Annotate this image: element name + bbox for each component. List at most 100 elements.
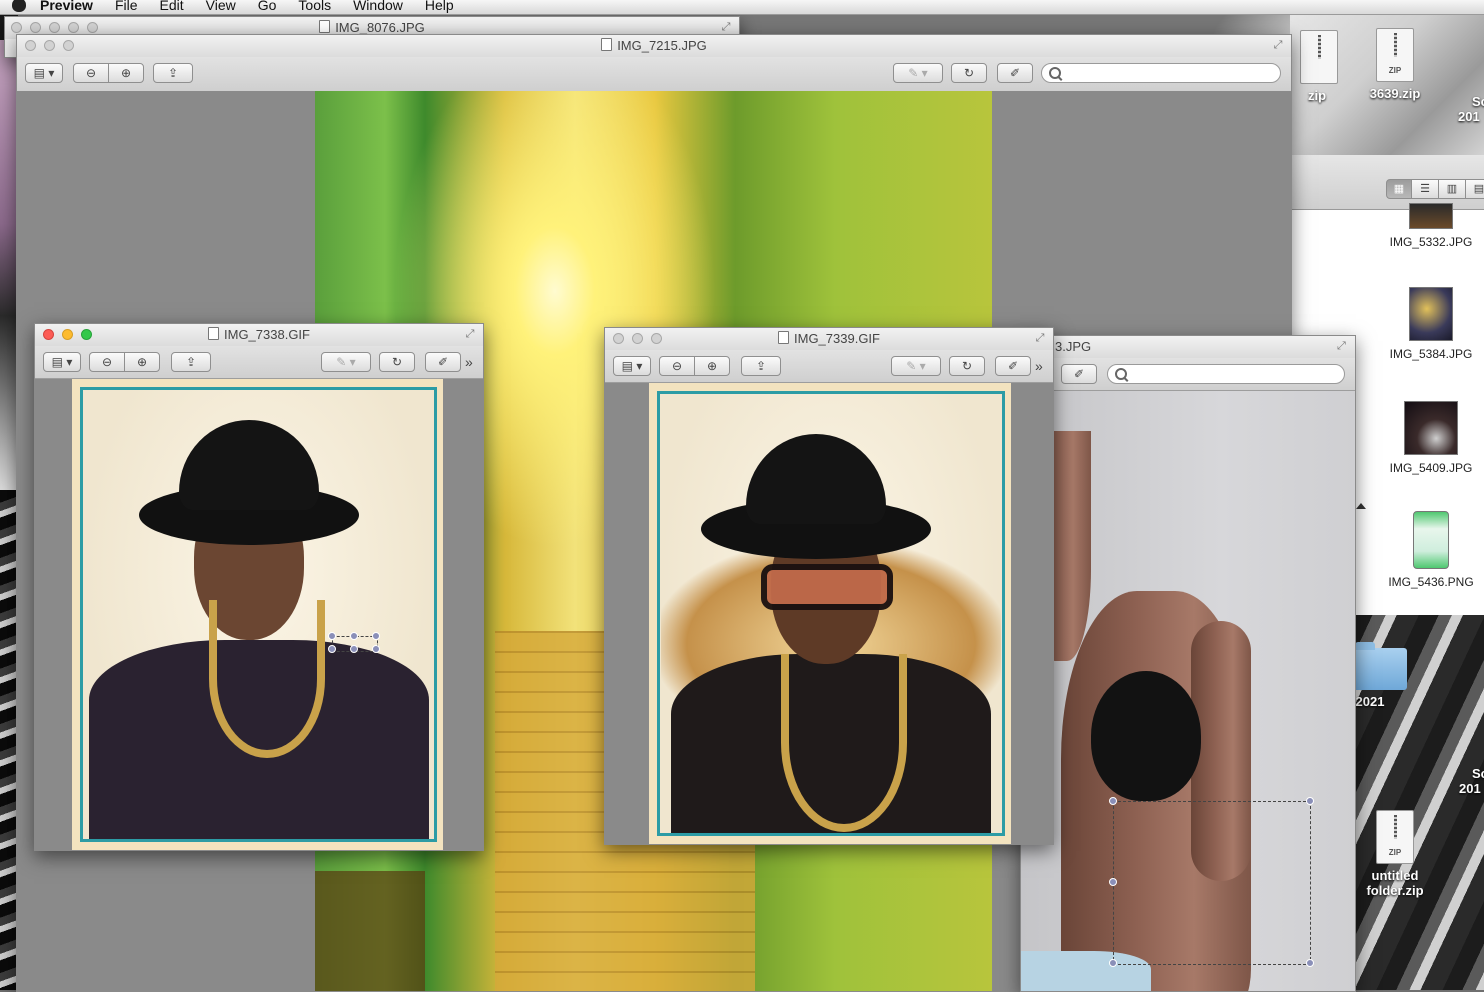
document-icon (778, 331, 789, 344)
close-button[interactable] (11, 22, 22, 33)
desktop-sc-partial-bottom[interactable]: Sc 201 (1455, 766, 1484, 796)
edit-icon[interactable]: ✐ (1061, 364, 1097, 384)
selection-handle[interactable] (1109, 959, 1117, 967)
window-titlebar[interactable]: IMG_7215.JPG ⤢ (17, 35, 1291, 57)
window-title: IMG_7339.GIF (794, 331, 880, 346)
fullscreen-icon[interactable]: ⤢ (721, 22, 731, 33)
zip-file-icon: ZIP (1376, 810, 1414, 864)
image-thumbnail (1413, 511, 1449, 569)
menu-help[interactable]: Help (425, 0, 454, 13)
apple-menu-icon[interactable] (12, 0, 26, 12)
selection-handle[interactable] (1109, 878, 1117, 886)
icon-view-button[interactable]: ▦ (1386, 179, 1412, 199)
menu-go[interactable]: Go (258, 0, 277, 13)
selection-handle[interactable] (1306, 959, 1314, 967)
zoom-in-icon[interactable]: ⊕ (694, 356, 730, 376)
menu-view[interactable]: View (206, 0, 236, 13)
zoom-in-icon[interactable]: ⊕ (108, 63, 144, 83)
search-input[interactable] (1107, 364, 1345, 384)
toolbar-overflow-icon[interactable]: » (1035, 358, 1043, 374)
pen-icon[interactable]: ✎ ▾ (891, 356, 941, 376)
desktop-sc-partial-top[interactable]: Sc 201 (1450, 94, 1484, 124)
zoom-button[interactable] (63, 40, 74, 51)
window-toolbar: ▤ ▾ ⊖ ⊕ ⇪ ✎ ▾ ↻ ✐ » (605, 350, 1053, 383)
extra-light-button[interactable] (87, 22, 98, 33)
selection-handle[interactable] (350, 645, 358, 653)
zoom-button[interactable] (81, 329, 92, 340)
close-button[interactable] (613, 333, 624, 344)
window-titlebar[interactable]: IMG_7338.GIF ⤢ (35, 324, 483, 346)
minimize-button[interactable] (62, 329, 73, 340)
zoom-button[interactable] (49, 22, 60, 33)
rotate-icon[interactable]: ↻ (951, 63, 987, 83)
selection-handle[interactable] (372, 645, 380, 653)
image-canvas (1021, 391, 1355, 991)
desktop-icon-label: 2021 (1355, 694, 1385, 709)
column-view-button[interactable]: ▥ (1438, 179, 1466, 199)
finder-item-img-5384[interactable]: IMG_5384.JPG (1376, 287, 1484, 361)
pen-icon[interactable]: ✎ ▾ (893, 63, 943, 83)
fullscreen-icon[interactable]: ⤢ (1035, 333, 1045, 344)
finder-item-img-5436[interactable]: IMG_5436.PNG (1376, 511, 1484, 589)
scroll-arrow-icon[interactable] (1356, 503, 1366, 509)
minimize-button[interactable] (44, 40, 55, 51)
selection-handle[interactable] (328, 632, 336, 640)
selection-handle[interactable] (328, 645, 336, 653)
coverflow-view-button[interactable]: ▤ (1465, 179, 1484, 199)
menu-tools[interactable]: Tools (298, 0, 331, 13)
menu-file[interactable]: File (115, 0, 138, 13)
fullscreen-icon[interactable]: ⤢ (465, 329, 475, 340)
rotate-icon[interactable]: ↻ (379, 352, 415, 372)
zoom-out-icon[interactable]: ⊖ (73, 63, 109, 83)
image-thumbnail (1409, 287, 1453, 341)
desktop-icon-label: folder.zip (1366, 883, 1424, 898)
share-icon[interactable]: ⇪ (171, 352, 211, 372)
selection-handle[interactable] (350, 632, 358, 640)
fullscreen-icon[interactable]: ⤢ (1337, 341, 1347, 352)
window-title: IMG_8076.JPG (335, 20, 425, 35)
selection-rectangle[interactable] (1113, 801, 1311, 965)
search-input[interactable] (1041, 63, 1281, 83)
finder-item-label: IMG_5409.JPG (1389, 461, 1473, 475)
document-icon (208, 327, 219, 340)
toolbar-overflow-icon[interactable]: » (465, 354, 473, 370)
zoom-out-icon[interactable]: ⊖ (659, 356, 695, 376)
extra-light-button[interactable] (68, 22, 79, 33)
sidebar-icon[interactable]: ▤ ▾ (613, 356, 651, 376)
zoom-in-icon[interactable]: ⊕ (124, 352, 160, 372)
minimize-button[interactable] (632, 333, 643, 344)
share-icon[interactable]: ⇪ (741, 356, 781, 376)
share-icon[interactable]: ⇪ (153, 63, 193, 83)
fullscreen-icon[interactable]: ⤢ (1273, 40, 1283, 51)
window-titlebar[interactable]: 3.JPG ⤢ (1021, 336, 1355, 358)
selection-handle[interactable] (372, 632, 380, 640)
selection-handle[interactable] (1109, 797, 1117, 805)
selection-handle[interactable] (1306, 797, 1314, 805)
window-titlebar[interactable]: IMG_7339.GIF ⤢ (605, 328, 1053, 350)
desktop-zip-3639[interactable]: ZIP 3639.zip (1350, 28, 1440, 101)
zoom-out-icon[interactable]: ⊖ (89, 352, 125, 372)
rotate-icon[interactable]: ↻ (949, 356, 985, 376)
close-button[interactable] (43, 329, 54, 340)
edit-icon[interactable]: ✐ (997, 63, 1033, 83)
list-view-button[interactable]: ☰ (1411, 179, 1439, 199)
edit-icon[interactable]: ✐ (425, 352, 461, 372)
sidebar-icon[interactable]: ▤ ▾ (43, 352, 81, 372)
finder-item-img-5332[interactable]: IMG_5332.JPG (1376, 203, 1484, 249)
folder-icon (1353, 642, 1407, 690)
search-icon (1115, 368, 1127, 380)
minimize-button[interactable] (30, 22, 41, 33)
sidebar-icon[interactable]: ▤ ▾ (25, 63, 63, 83)
zoom-button[interactable] (651, 333, 662, 344)
pen-icon[interactable]: ✎ ▾ (321, 352, 371, 372)
desktop-untitled-folder-zip[interactable]: ZIP untitled folder.zip (1350, 810, 1440, 898)
menu-edit[interactable]: Edit (160, 0, 184, 13)
document-icon (601, 38, 613, 51)
menu-app-preview[interactable]: Preview (40, 0, 93, 13)
edit-icon[interactable]: ✐ (995, 356, 1031, 376)
desktop-icon-label: zip (1307, 88, 1327, 103)
menu-window[interactable]: Window (353, 0, 403, 13)
finder-item-img-5409[interactable]: IMG_5409.JPG (1376, 401, 1484, 475)
close-button[interactable] (25, 40, 36, 51)
window-toolbar: ▤ ▾ ⊖ ⊕ ⇪ ✎ ▾ ↻ ✐ (17, 57, 1291, 92)
